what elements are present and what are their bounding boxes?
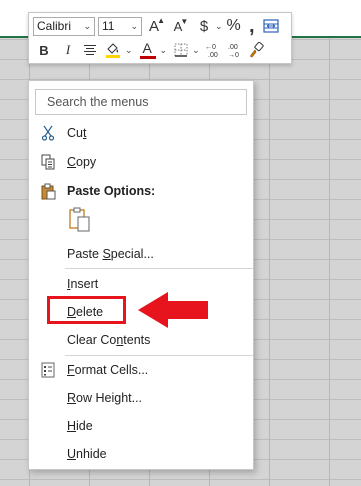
font-color-letter: A [142, 40, 152, 56]
menu-item-format-cells[interactable]: Format Cells... [29, 359, 253, 381]
access-key: F [67, 363, 75, 377]
increase-decimal-button[interactable]: ←0 .00 [202, 40, 224, 60]
label-text: ide [76, 419, 93, 433]
increase-font-size-icon: A ▲ [148, 15, 165, 35]
svg-text:→0: →0 [228, 52, 239, 58]
access-key: t [82, 126, 87, 140]
borders-icon [174, 43, 188, 57]
menu-item-label: Hide [67, 419, 93, 433]
paste-options-label: Paste Options: [67, 184, 156, 198]
accounting-format-button[interactable]: $ [195, 16, 213, 36]
svg-text:.00: .00 [228, 44, 238, 51]
mini-toolbar-row-2: B I ⌄ A ⌄ ⌄ ←0 .00 .00 →0 [33, 40, 266, 60]
format-table-icon [263, 19, 279, 33]
label-text: Cu [67, 126, 83, 140]
format-painter-button[interactable] [246, 40, 266, 60]
comma-style-icon: , [249, 15, 255, 37]
menu-item-copy[interactable]: Copy [29, 151, 253, 173]
label-text: ormat Cells... [74, 363, 149, 377]
label-text: opy [76, 155, 97, 169]
comma-style-button[interactable]: , [243, 16, 261, 36]
menu-search-placeholder: Search the menus [47, 95, 149, 109]
format-painter-icon [250, 42, 264, 58]
label-text: nsert [70, 277, 99, 291]
label-text: nhide [76, 447, 107, 461]
red-arrow-pointer [138, 292, 208, 328]
italic-icon: I [65, 42, 71, 57]
menu-item-hide[interactable]: Hide [29, 415, 253, 437]
label-text: tents [123, 333, 151, 347]
menu-search-input[interactable]: Search the menus [35, 89, 247, 115]
access-key: C [67, 155, 77, 169]
menu-item-cut[interactable]: Cut [29, 122, 253, 144]
fill-color-icon [106, 43, 120, 58]
label-text: pecial... [110, 247, 154, 261]
paste-icon [69, 207, 90, 231]
context-menu: Search the menus Cut Copy Paste Options:… [28, 80, 254, 470]
access-key: U [67, 447, 77, 461]
decrease-decimal-button[interactable]: .00 →0 [224, 40, 246, 60]
chevron-down-icon[interactable]: ⌄ [213, 21, 225, 32]
increase-decimal-icon: ←0 .00 [205, 44, 218, 58]
access-key: H [67, 419, 77, 433]
percent-style-button[interactable]: % [225, 16, 243, 36]
center-align-button[interactable] [81, 40, 99, 60]
percent-style-icon: % [226, 17, 241, 34]
svg-text:.00: .00 [208, 52, 218, 58]
font-size-combo[interactable]: 11 ⌄ [98, 16, 142, 36]
menu-item-label: Unhide [67, 447, 107, 461]
italic-button[interactable]: I [59, 40, 77, 60]
font-name-combo[interactable]: Calibri ⌄ [33, 16, 95, 36]
increase-font-size-button[interactable]: A ▲ [145, 15, 165, 36]
menu-item-unhide[interactable]: Unhide [29, 443, 253, 465]
mini-toolbar-row-1: Calibri ⌄ 11 ⌄ A ▲ A ▼ $ ⌄ % , [33, 16, 281, 36]
center-align-icon [84, 45, 96, 55]
chevron-down-icon[interactable]: ⌄ [123, 45, 135, 56]
menu-item-label: Row Height... [67, 391, 142, 405]
chevron-down-icon[interactable]: ⌄ [190, 45, 202, 56]
menu-item-label: Copy [67, 155, 96, 169]
accounting-format-icon: $ [199, 17, 209, 35]
menu-item-label: Cut [67, 126, 86, 140]
label-text: ow Height... [76, 391, 143, 405]
access-key: R [67, 391, 77, 405]
decrease-font-size-icon: A ▼ [173, 16, 189, 34]
clipboard-icon [39, 182, 57, 200]
font-color-button[interactable]: A [138, 40, 158, 60]
mini-toolbar: Calibri ⌄ 11 ⌄ A ▲ A ▼ $ ⌄ % , B I ⌄ A ⌄… [28, 12, 292, 64]
menu-item-row-height[interactable]: Row Height... [29, 387, 253, 409]
menu-item-label: Clear Contents [67, 333, 150, 347]
copy-icon [39, 153, 57, 171]
font-color-bar [139, 56, 156, 59]
format-table-button[interactable] [261, 16, 281, 36]
menu-item-label: Insert [67, 277, 98, 291]
font-name-value: Calibri [37, 19, 72, 33]
menu-group-paste-options: Paste Options: [29, 180, 253, 202]
menu-item-label: Format Cells... [67, 363, 148, 377]
chevron-down-icon: ⌄ [83, 20, 91, 31]
delete-highlight-box [47, 296, 126, 324]
label-text: Clear Co [67, 333, 117, 347]
borders-button[interactable] [172, 40, 190, 60]
chevron-down-icon[interactable]: ⌄ [158, 45, 170, 56]
menu-item-clear-contents[interactable]: Clear Contents [29, 329, 253, 351]
fill-color-button[interactable] [103, 40, 123, 60]
decrease-font-size-button[interactable]: A ▼ [169, 16, 189, 36]
menu-separator [65, 268, 253, 269]
paste-button[interactable] [67, 205, 93, 233]
font-color-icon: A [139, 40, 156, 59]
font-size-value: 11 [102, 19, 115, 33]
menu-separator [65, 355, 253, 356]
scissors-icon [39, 124, 57, 142]
decrease-decimal-icon: .00 →0 [228, 44, 239, 58]
bold-button[interactable]: B [35, 40, 53, 60]
bold-icon: B [39, 42, 49, 58]
chevron-down-icon: ⌄ [130, 20, 138, 31]
menu-item-label: Paste Special... [67, 247, 154, 261]
svg-text:←0: ←0 [205, 44, 216, 51]
label-text: Paste [67, 247, 103, 261]
access-key: S [102, 247, 111, 261]
menu-item-paste-special[interactable]: Paste Special... [29, 243, 253, 265]
format-cells-icon [39, 361, 57, 379]
